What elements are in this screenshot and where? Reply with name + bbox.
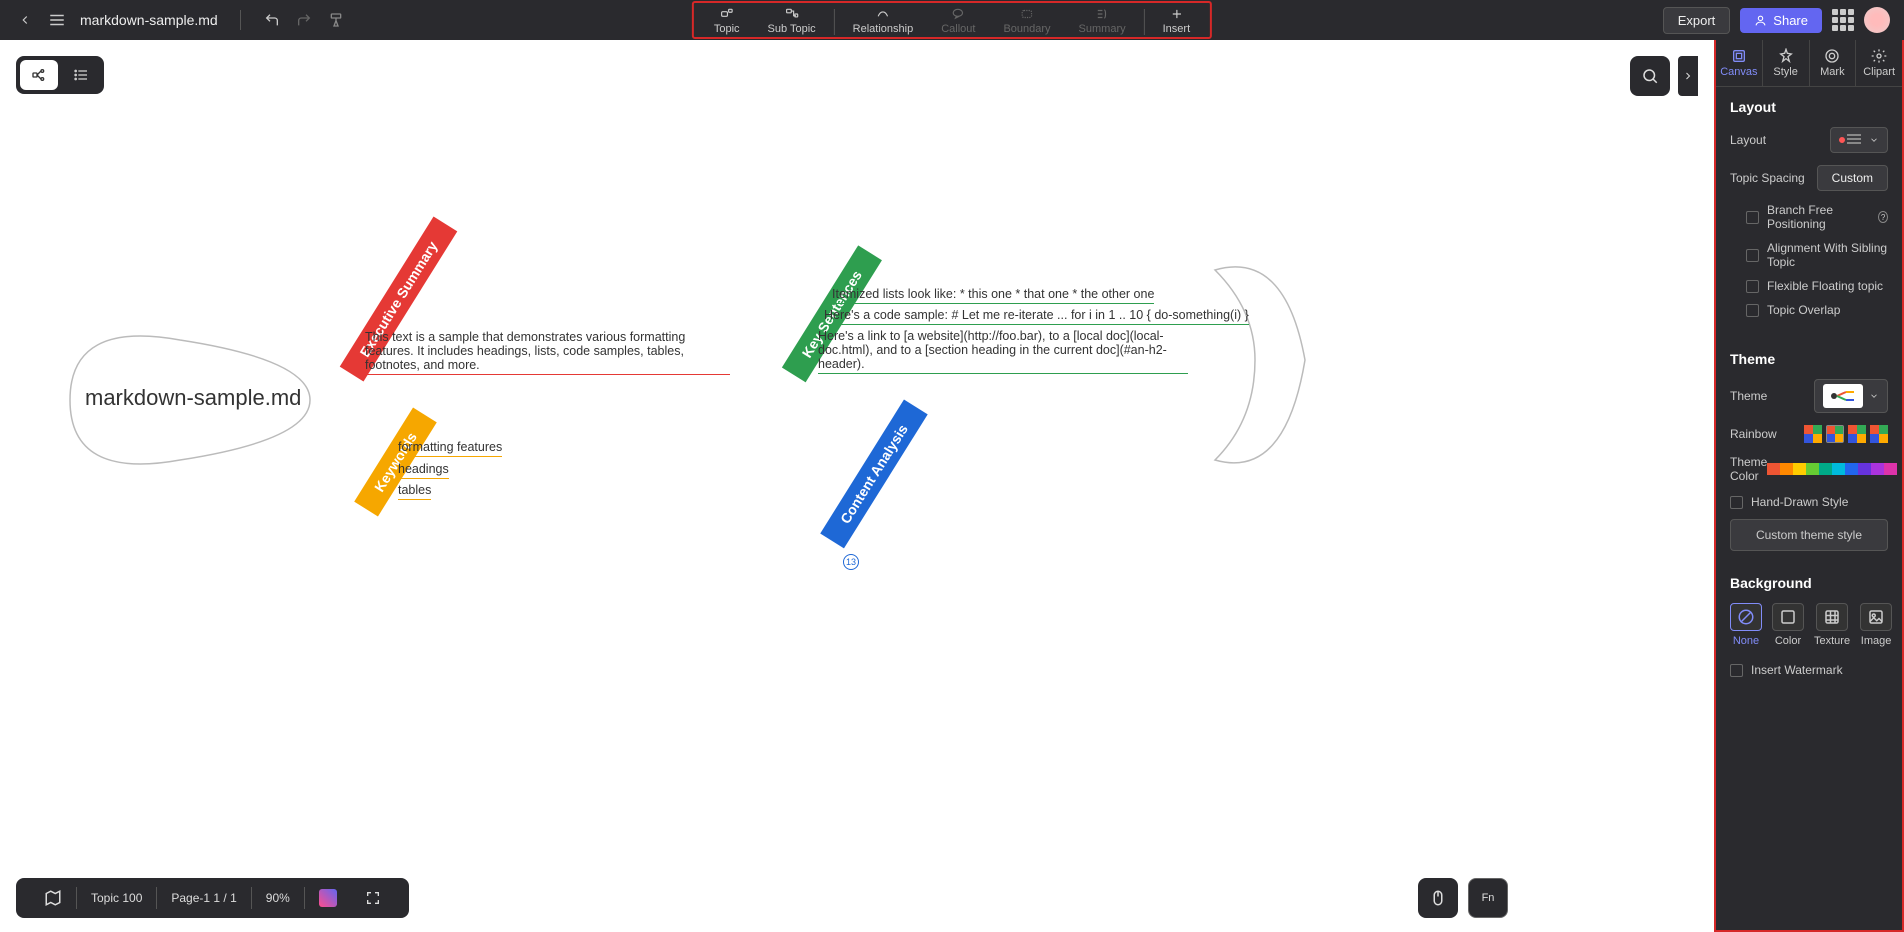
custom-theme-button[interactable]: Custom theme style (1730, 519, 1888, 551)
format-panel: Canvas Style Mark Clipart Layout Layout … (1714, 40, 1904, 932)
mindmap-view-button[interactable] (20, 60, 58, 90)
rainbow-label: Rainbow (1730, 427, 1777, 441)
flex-float-checkbox[interactable]: Flexible Floating topic (1746, 279, 1888, 293)
rainbow-opt-1[interactable] (1804, 425, 1822, 443)
sentence-1[interactable]: Itemized lists look like: * this one * t… (832, 287, 1154, 304)
outline-view-button[interactable] (62, 60, 100, 90)
content-analysis-badge[interactable]: 13 (843, 554, 859, 570)
insert-toolbar: Topic Sub Topic Relationship Callout Bou… (692, 1, 1212, 39)
search-button[interactable] (1630, 56, 1670, 96)
tab-canvas[interactable]: Canvas (1716, 40, 1763, 86)
layout-dropdown[interactable] (1830, 127, 1888, 153)
keyword-3[interactable]: tables (398, 483, 431, 500)
map-overview-button[interactable] (30, 889, 76, 907)
tab-style[interactable]: Style (1763, 40, 1810, 86)
tool-topic[interactable]: Topic (700, 7, 754, 35)
tool-summary: Summary (1065, 7, 1140, 35)
spacing-custom-button[interactable]: Custom (1817, 165, 1888, 191)
apps-icon[interactable] (1832, 9, 1854, 31)
bg-texture[interactable]: Texture (1814, 603, 1850, 647)
layout-section-title: Layout (1730, 99, 1888, 115)
panel-collapse-button[interactable] (1678, 56, 1698, 96)
avatar[interactable] (1864, 7, 1890, 33)
tool-relationship-label: Relationship (853, 23, 914, 35)
app-logo-icon[interactable] (305, 889, 351, 907)
root-topic[interactable]: markdown-sample.md (85, 385, 301, 411)
menu-icon[interactable] (48, 11, 66, 29)
exec-summary-text[interactable]: This text is a sample that demonstrates … (365, 330, 730, 375)
tab-clipart[interactable]: Clipart (1856, 40, 1902, 86)
fn-button[interactable]: Fn (1468, 878, 1508, 918)
tool-relationship[interactable]: Relationship (839, 7, 928, 35)
share-button[interactable]: Share (1740, 8, 1822, 33)
redo-icon[interactable] (295, 11, 313, 29)
tool-subtopic-label: Sub Topic (768, 23, 816, 35)
theme-label: Theme (1730, 389, 1767, 403)
format-painter-icon[interactable] (327, 11, 345, 29)
layout-label: Layout (1730, 133, 1766, 147)
bg-color[interactable]: Color (1772, 603, 1804, 647)
rainbow-opt-3[interactable] (1848, 425, 1866, 443)
handdrawn-checkbox[interactable]: Hand-Drawn Style (1730, 495, 1888, 509)
bg-none[interactable]: None (1730, 603, 1762, 647)
keyword-1[interactable]: formatting features (398, 440, 502, 457)
undo-icon[interactable] (263, 11, 281, 29)
keyword-2[interactable]: headings (398, 462, 449, 479)
tool-insert[interactable]: Insert (1149, 7, 1205, 35)
zoom-level[interactable]: 90% (252, 891, 304, 905)
rainbow-opt-2[interactable] (1826, 425, 1844, 443)
mouse-mode-button[interactable] (1418, 878, 1458, 918)
status-bar: Topic 100 Page-1 1 / 1 90% (16, 878, 409, 918)
view-toggle (16, 56, 104, 94)
bg-image[interactable]: Image (1860, 603, 1892, 647)
page-info[interactable]: Page-1 1 / 1 (157, 891, 250, 905)
theme-color-label: Theme Color (1730, 455, 1767, 483)
filename-label: markdown-sample.md (80, 12, 218, 28)
rainbow-opt-4[interactable] (1870, 425, 1888, 443)
back-icon[interactable] (16, 11, 34, 29)
topic-count: Topic 100 (77, 891, 156, 905)
theme-section-title: Theme (1730, 351, 1888, 367)
top-toolbar: markdown-sample.md Topic Sub Topic Relat… (0, 0, 1904, 40)
tool-summary-label: Summary (1079, 23, 1126, 35)
align-sibling-checkbox[interactable]: Alignment With Sibling Topic (1746, 241, 1888, 269)
export-button[interactable]: Export (1663, 7, 1731, 34)
fullscreen-button[interactable] (351, 890, 395, 906)
tool-insert-label: Insert (1163, 23, 1191, 35)
topic-spacing-label: Topic Spacing (1730, 171, 1805, 185)
tool-callout: Callout (927, 7, 989, 35)
tool-subtopic[interactable]: Sub Topic (754, 7, 830, 35)
tail-shape (1205, 240, 1325, 490)
sentence-2[interactable]: Here's a code sample: # Let me re-iterat… (824, 308, 1249, 325)
tool-callout-label: Callout (941, 23, 975, 35)
watermark-checkbox[interactable]: Insert Watermark (1730, 663, 1888, 677)
sentence-3[interactable]: Here's a link to [a website](http://foo.… (818, 329, 1188, 374)
theme-color-strip[interactable] (1767, 463, 1897, 475)
branch-free-checkbox[interactable]: Branch Free Positioning? (1746, 203, 1888, 231)
tab-mark[interactable]: Mark (1810, 40, 1857, 86)
canvas[interactable]: markdown-sample.md Executive Summary Thi… (0, 40, 1714, 932)
tool-boundary-label: Boundary (1003, 23, 1050, 35)
tool-topic-label: Topic (714, 23, 740, 35)
branch-content-analysis[interactable]: Content Analysis (820, 400, 927, 549)
theme-dropdown[interactable] (1814, 379, 1888, 413)
topic-overlap-checkbox[interactable]: Topic Overlap (1746, 303, 1888, 317)
rainbow-swatches (1804, 425, 1888, 443)
background-section-title: Background (1730, 575, 1888, 591)
help-icon[interactable]: ? (1878, 211, 1888, 223)
tool-boundary: Boundary (989, 7, 1064, 35)
